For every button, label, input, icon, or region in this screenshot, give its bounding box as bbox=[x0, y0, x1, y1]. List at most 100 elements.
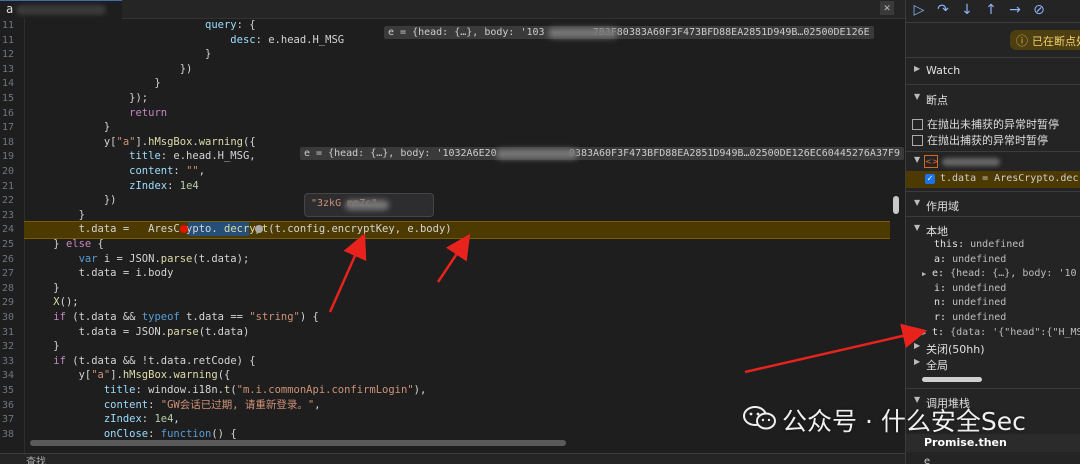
code-line: return bbox=[28, 106, 167, 121]
code-token: } bbox=[28, 208, 85, 221]
scope-section-header[interactable]: ▼ 作用域 bbox=[906, 196, 1080, 214]
step-icon[interactable]: → bbox=[1006, 1, 1024, 19]
code-token: () { bbox=[211, 427, 237, 440]
watch-section-header[interactable]: ▶ Watch bbox=[906, 62, 1080, 80]
line-number[interactable]: 27 bbox=[0, 266, 14, 281]
breakpoint-marker[interactable] bbox=[180, 225, 188, 233]
line-number[interactable]: 19 bbox=[0, 149, 14, 164]
line-number[interactable]: 38 bbox=[0, 427, 14, 442]
scope-horizontal-scrollbar[interactable] bbox=[922, 377, 982, 382]
code-token: (t.data); bbox=[192, 252, 250, 265]
collapse-icon: ▼ bbox=[914, 92, 921, 101]
code-token: , bbox=[198, 165, 206, 177]
code-token: } bbox=[28, 238, 66, 250]
pause-caught-checkbox[interactable] bbox=[912, 135, 923, 146]
code-token: else bbox=[65, 238, 92, 250]
info-icon: ⓘ bbox=[1016, 34, 1029, 48]
breakpoint-entry[interactable]: ✓ t.data = AresCrypto.decrypt( bbox=[906, 171, 1080, 188]
code-token: t.data = bbox=[28, 223, 136, 236]
line-number[interactable]: 16 bbox=[0, 106, 14, 121]
collapse-icon: ▼ bbox=[914, 223, 921, 232]
close-editor-icon[interactable]: ✕ bbox=[880, 1, 894, 15]
line-number[interactable]: 33 bbox=[0, 354, 14, 369]
line-number[interactable]: 32 bbox=[0, 339, 14, 354]
line-number[interactable]: 15 bbox=[0, 91, 14, 106]
line-number[interactable]: 14 bbox=[0, 76, 14, 91]
breakpoint-enabled-checkbox[interactable]: ✓ bbox=[925, 174, 935, 184]
pause-uncaught-label: 在抛出未捕获的异常时暂停 bbox=[927, 118, 1059, 131]
code-token: . bbox=[211, 223, 224, 236]
local-scope-label: 本地 bbox=[926, 225, 948, 238]
line-number[interactable]: 12 bbox=[0, 47, 14, 62]
expand-icon: ▶ bbox=[914, 341, 921, 350]
horizontal-scrollbar[interactable] bbox=[30, 440, 566, 446]
editor-tab-bar: a ✕ bbox=[0, 0, 905, 19]
line-number[interactable]: 28 bbox=[0, 281, 14, 296]
breakpoint-code: t.data = AresCrypto.decrypt( bbox=[940, 173, 1080, 184]
code-token: { bbox=[91, 238, 104, 250]
local-scope-header[interactable]: ▼ 本地 bbox=[906, 221, 1080, 239]
step-into-icon[interactable]: ↓ bbox=[958, 1, 976, 19]
code-token: : { bbox=[236, 19, 256, 31]
expand-icon[interactable]: ▶ bbox=[922, 326, 926, 340]
hover-tooltip: "3zkG mmZc" bbox=[304, 193, 434, 217]
code-token: parse bbox=[160, 252, 193, 265]
line-number[interactable]: 24 bbox=[0, 222, 14, 237]
code-editor: a ✕ query: { desc: e.head.H_MSG } }) }}… bbox=[0, 0, 905, 464]
breakpoint-file-row[interactable]: ▼ <> bbox=[906, 154, 1080, 170]
code-line: y["a"].hMsgBox.warning({ bbox=[28, 368, 231, 383]
expand-icon[interactable]: ▶ bbox=[922, 267, 926, 281]
vertical-scrollbar[interactable] bbox=[893, 196, 899, 214]
line-number[interactable]: 11 bbox=[0, 33, 14, 48]
call-stack-next-frame[interactable]: e bbox=[924, 456, 930, 464]
line-number[interactable]: 22 bbox=[0, 193, 14, 208]
code-line: } bbox=[28, 76, 160, 91]
line-number[interactable]: 21 bbox=[0, 179, 14, 194]
paused-text: 已在断点处暂停 bbox=[1032, 35, 1080, 48]
code-token: : bbox=[173, 165, 187, 177]
separator: : bbox=[958, 239, 971, 250]
line-number[interactable]: 35 bbox=[0, 383, 14, 398]
deactivate-breakpoints-icon[interactable]: ⊘ bbox=[1030, 1, 1048, 19]
code-token: , bbox=[173, 413, 180, 426]
line-number[interactable]: 31 bbox=[0, 325, 14, 340]
step-out-icon[interactable]: ↑ bbox=[982, 1, 1000, 19]
pause-uncaught-checkbox[interactable] bbox=[912, 119, 923, 130]
line-number[interactable]: 29 bbox=[0, 295, 14, 310]
line-number[interactable]: 37 bbox=[0, 412, 14, 427]
line-number[interactable]: 23 bbox=[0, 208, 14, 223]
code-token: function bbox=[160, 427, 212, 440]
code-line: if (t.data && typeof t.data == "string")… bbox=[28, 310, 319, 325]
line-number[interactable]: 25 bbox=[0, 237, 14, 252]
collapse-icon: ▼ bbox=[914, 198, 921, 207]
line-number[interactable]: 26 bbox=[0, 252, 14, 267]
step-over-icon[interactable]: ↷ bbox=[934, 1, 952, 19]
code-line: } else { bbox=[28, 237, 104, 252]
line-number[interactable]: 13 bbox=[0, 62, 14, 77]
redacted-value bbox=[496, 149, 578, 159]
code-token: i = JSON. bbox=[97, 252, 161, 265]
code-token: zIndex bbox=[103, 413, 142, 426]
line-number[interactable]: 20 bbox=[0, 164, 14, 179]
breakpoints-section-header[interactable]: ▼ 断点 bbox=[906, 90, 1080, 108]
step-marker[interactable] bbox=[255, 225, 263, 233]
scope-label: 作用域 bbox=[926, 200, 959, 213]
line-number[interactable]: 17 bbox=[0, 120, 14, 135]
line-number[interactable]: 11 bbox=[0, 18, 14, 33]
code-token: t.data == bbox=[179, 311, 250, 323]
global-scope-header[interactable]: ▶ 全局 bbox=[906, 355, 1080, 373]
code-token: : bbox=[141, 413, 155, 426]
editor-tab[interactable]: a bbox=[0, 0, 122, 19]
code-line: } bbox=[28, 47, 211, 62]
line-number[interactable]: 18 bbox=[0, 135, 14, 150]
line-number[interactable]: 34 bbox=[0, 368, 14, 383]
line-number[interactable]: 36 bbox=[0, 398, 14, 413]
resume-icon[interactable]: ▷ bbox=[910, 1, 928, 19]
divider bbox=[906, 151, 1080, 152]
line-number[interactable]: 30 bbox=[0, 310, 14, 325]
redacted-value bbox=[345, 200, 389, 210]
variable-value: undefined bbox=[952, 297, 1007, 309]
